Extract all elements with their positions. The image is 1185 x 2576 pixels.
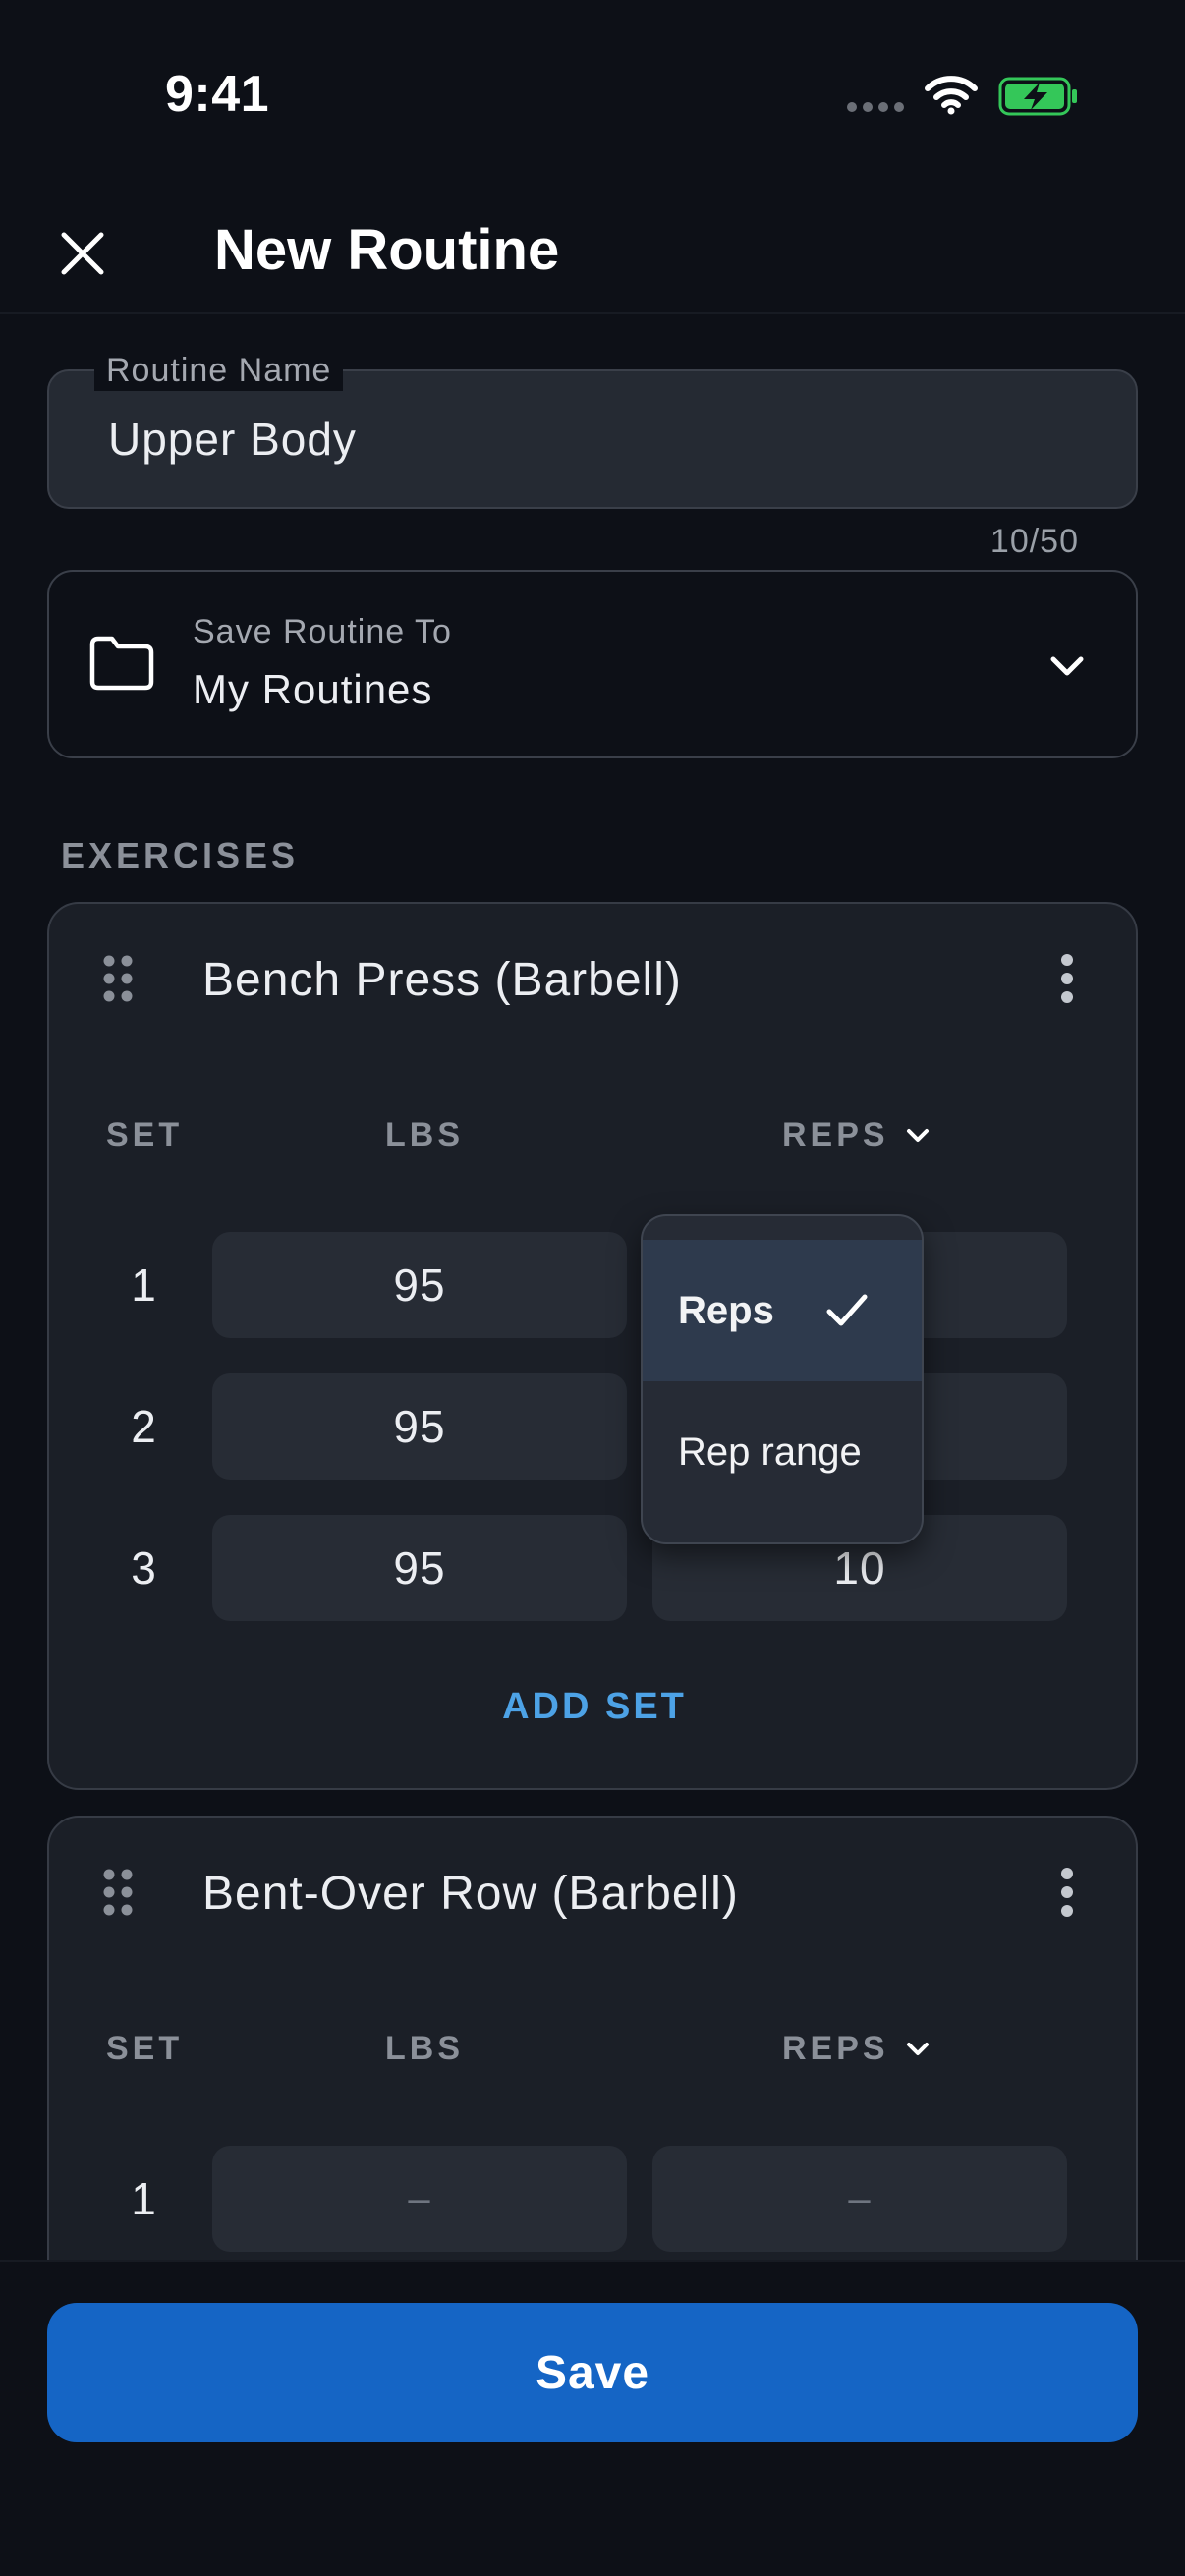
drag-handle-icon[interactable] <box>100 953 136 1004</box>
exercise-card: Bench Press (Barbell) SET LBS REPS 1 95 … <box>47 902 1138 1790</box>
set-number[interactable]: 2 <box>108 1373 179 1480</box>
menu-item-label: Rep range <box>678 1429 862 1474</box>
close-button[interactable] <box>45 216 120 291</box>
column-header-reps: REPS <box>782 2030 889 2067</box>
more-vertical-icon <box>1061 954 1073 1003</box>
battery-charging-icon <box>998 77 1077 116</box>
column-header-set: SET <box>106 1116 184 1153</box>
save-routine-to-select[interactable]: Save Routine To My Routines <box>47 570 1138 758</box>
screen: 9:41 New Routine Upper Body Routine Name <box>0 0 1185 2576</box>
exercise-name[interactable]: Bench Press (Barbell) <box>202 953 682 1007</box>
page-title: New Routine <box>214 218 560 282</box>
menu-item-label: Reps <box>678 1288 774 1332</box>
column-header-reps: REPS <box>782 1116 889 1153</box>
weight-input[interactable]: 95 <box>212 1232 627 1338</box>
set-number[interactable]: 1 <box>108 1232 179 1338</box>
menu-item-reps[interactable]: Reps <box>643 1240 922 1381</box>
set-row: 3 95 10 <box>49 1515 1140 1621</box>
routine-name-value[interactable]: Upper Body <box>108 413 357 466</box>
add-set-button[interactable]: ADD SET <box>49 1686 1140 1728</box>
set-row: 1 95 <box>49 1232 1140 1338</box>
close-icon <box>61 232 104 275</box>
weight-input[interactable]: 95 <box>212 1373 627 1480</box>
column-header-lbs: LBS <box>385 1116 464 1153</box>
save-routine-to-value: My Routines <box>193 666 433 712</box>
status-time: 9:41 <box>165 66 270 123</box>
folder-icon <box>89 636 154 691</box>
chevron-down-icon <box>906 2042 929 2055</box>
menu-item-rep-range[interactable]: Rep range <box>643 1381 922 1523</box>
set-number[interactable]: 3 <box>108 1515 179 1621</box>
drag-handle-icon[interactable] <box>100 1867 136 1918</box>
column-header-set: SET <box>106 2030 184 2067</box>
bottom-bar: Save <box>0 2260 1185 2576</box>
weight-input[interactable]: 95 <box>212 1515 627 1621</box>
status-bar: 9:41 <box>0 0 1185 187</box>
wifi-icon <box>925 76 978 115</box>
cellular-signal-icon <box>847 102 904 112</box>
column-header-lbs: LBS <box>385 2030 464 2067</box>
set-row: 2 95 <box>49 1373 1140 1480</box>
more-vertical-icon <box>1061 1868 1073 1917</box>
chevron-down-icon <box>1050 656 1084 676</box>
save-routine-to-label: Save Routine To <box>193 613 452 650</box>
set-number[interactable]: 1 <box>108 2146 179 2252</box>
exercise-name[interactable]: Bent-Over Row (Barbell) <box>202 1867 739 1921</box>
exercise-more-button[interactable] <box>1044 1861 1091 1924</box>
checkmark-icon <box>826 1294 868 1326</box>
reps-type-toggle[interactable]: REPS <box>782 1116 932 1154</box>
reps-type-menu: Reps Rep range <box>641 1214 924 1544</box>
routine-name-label: Routine Name <box>94 350 344 391</box>
reps-type-toggle[interactable]: REPS <box>782 2030 932 2068</box>
character-count: 10/50 <box>989 523 1079 560</box>
set-row: 1 – – <box>49 2146 1140 2252</box>
exercises-heading: EXERCISES <box>61 835 300 875</box>
reps-input[interactable]: – <box>652 2146 1067 2252</box>
save-button[interactable]: Save <box>47 2303 1138 2442</box>
app-header: New Routine <box>0 187 1185 314</box>
chevron-down-icon <box>906 1128 929 1142</box>
exercise-more-button[interactable] <box>1044 947 1091 1010</box>
weight-input[interactable]: – <box>212 2146 627 2252</box>
